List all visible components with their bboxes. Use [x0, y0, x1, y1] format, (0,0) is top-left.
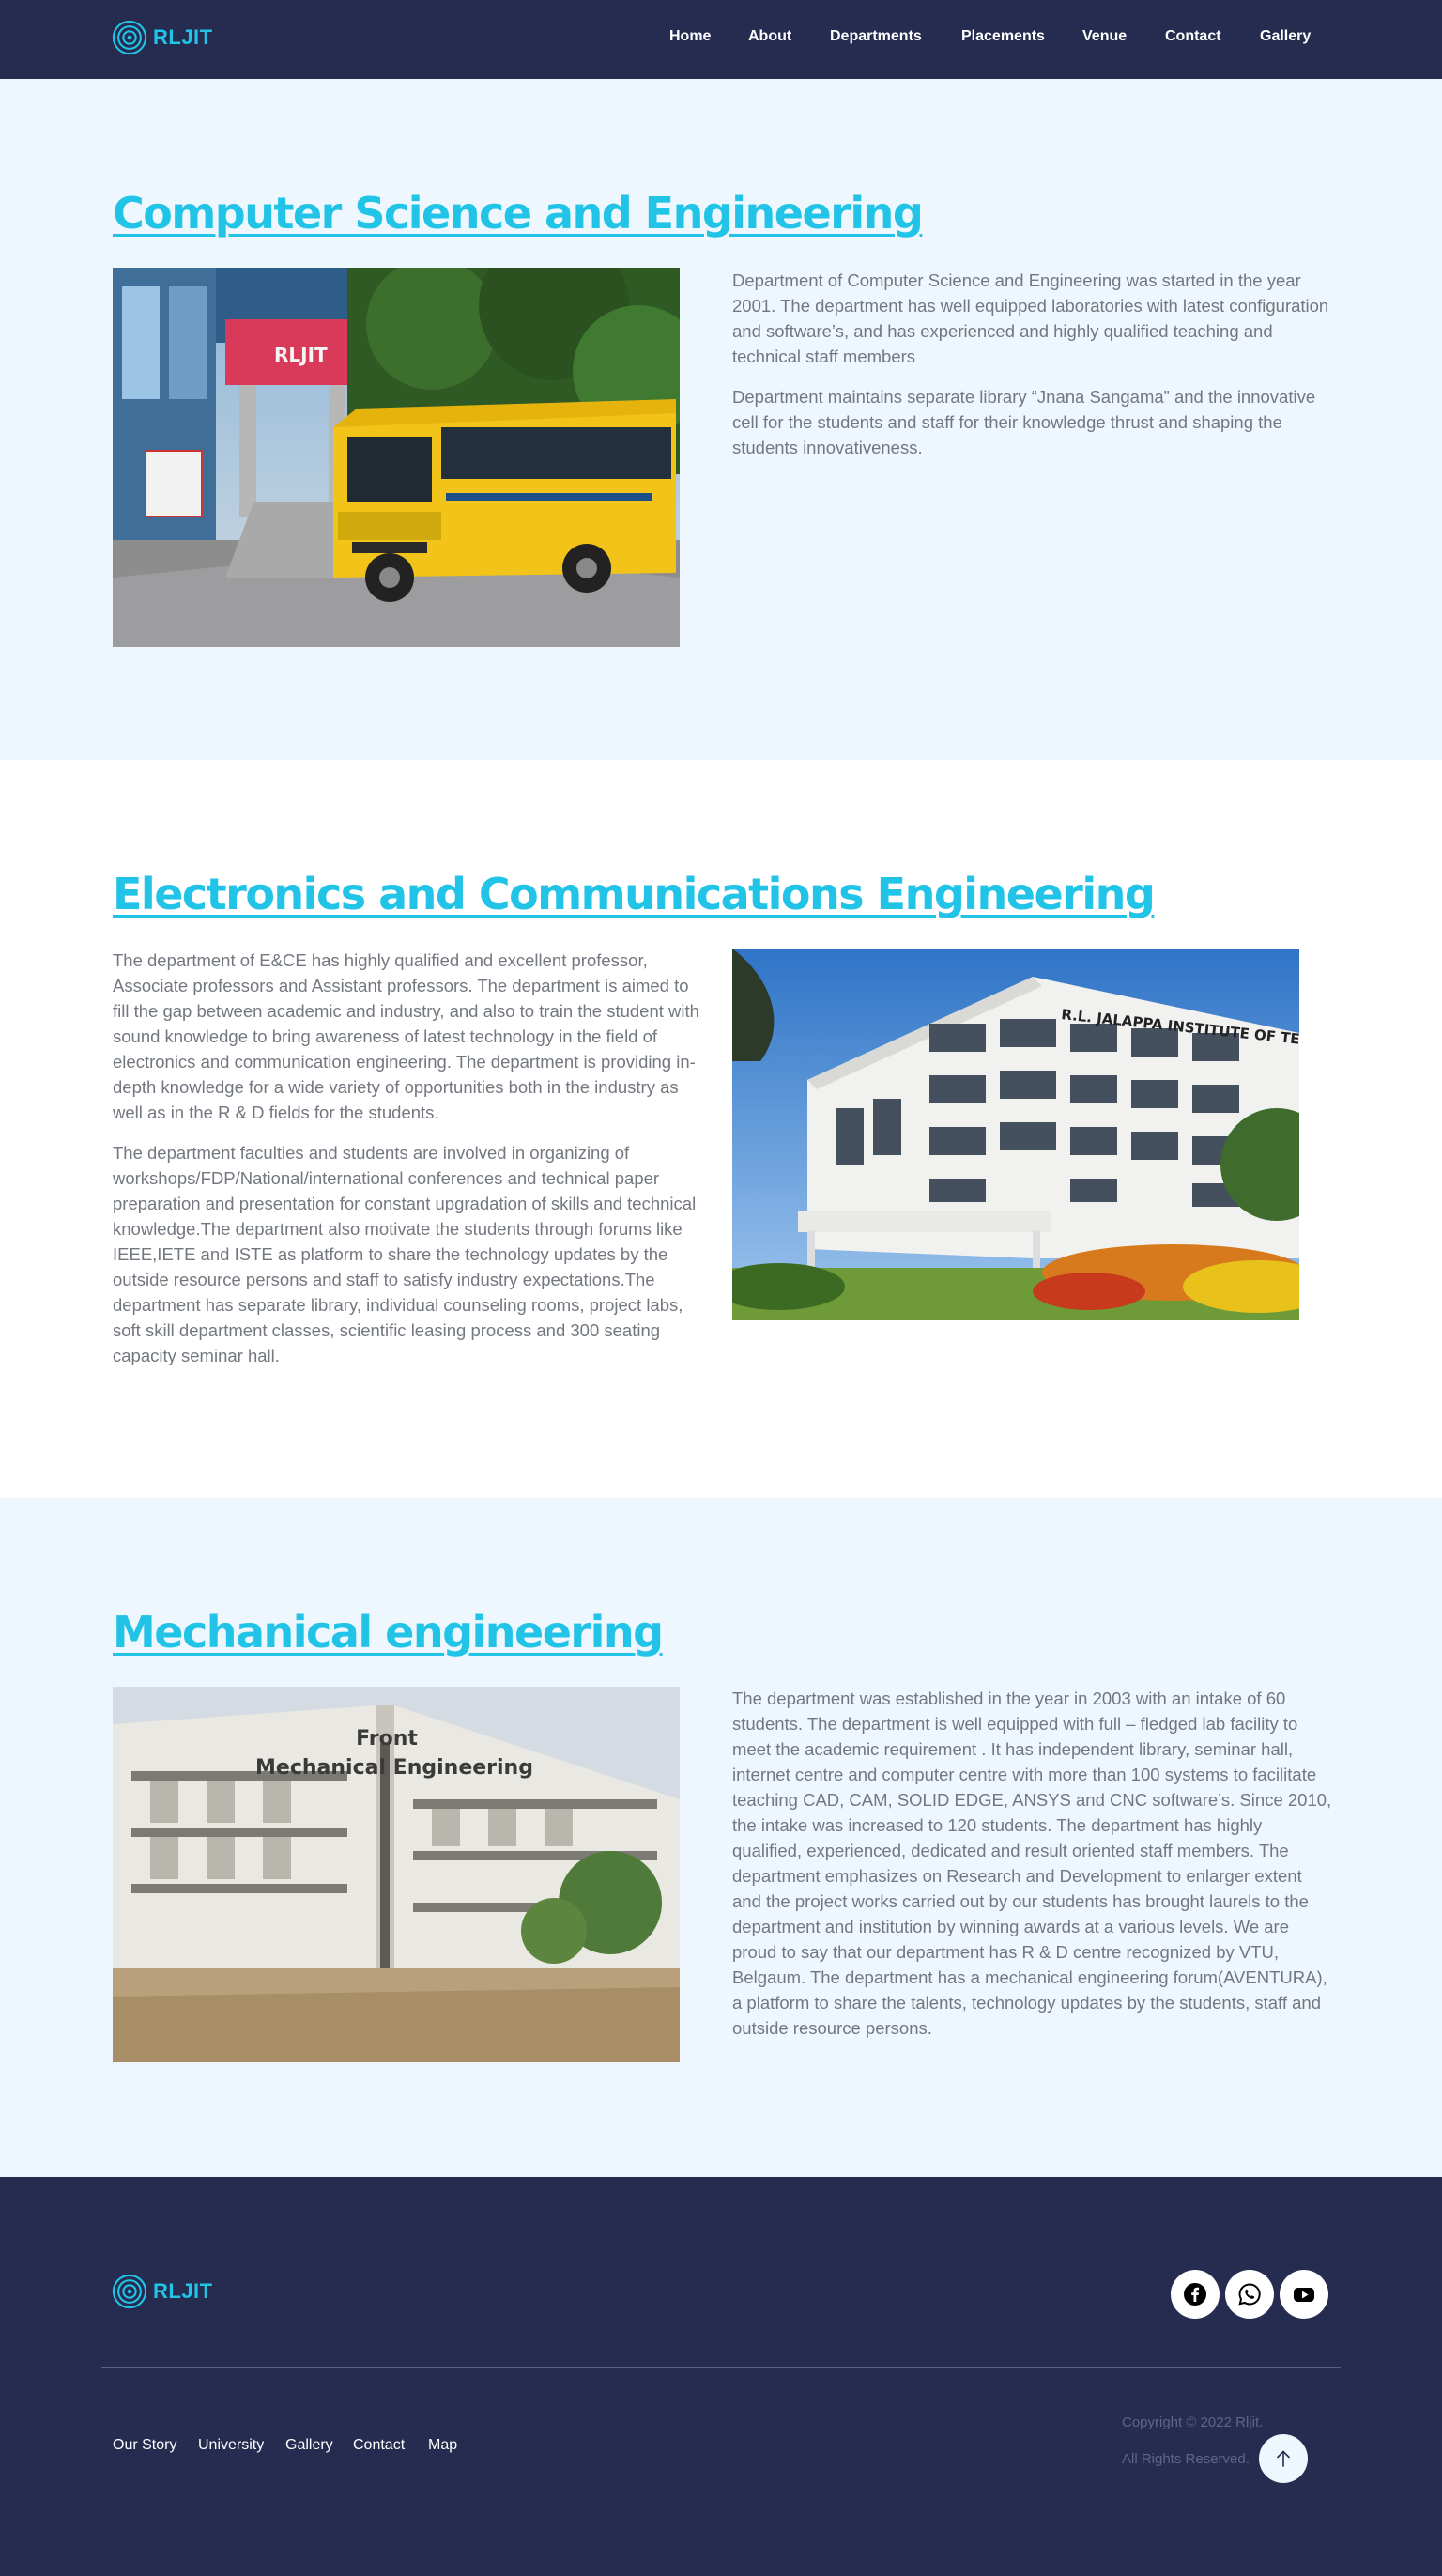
rights-text: All Rights Reserved.	[1122, 2451, 1250, 2467]
brand-logo-icon	[112, 20, 147, 55]
arrow-up-icon	[1277, 2450, 1290, 2467]
whatsapp-icon[interactable]	[1225, 2270, 1274, 2319]
nav-about[interactable]: About	[748, 28, 791, 45]
footer-link-university[interactable]: University	[198, 2437, 264, 2454]
mech-image-caption-2: Mechanical Engineering	[255, 1756, 533, 1780]
ece-title[interactable]: Electronics and Communications Engineeri…	[113, 869, 1156, 919]
mech-image: Front Mechanical Engineering	[113, 1687, 680, 2062]
brand-logo[interactable]: RLJIT	[112, 20, 213, 55]
mech-title[interactable]: Mechanical engineering	[113, 1607, 664, 1658]
footer-link-map[interactable]: Map	[428, 2437, 457, 2454]
brand-name: RLJIT	[153, 25, 213, 49]
cse-paragraph-2: Department maintains separate library “J…	[732, 387, 1316, 457]
mech-image-caption-1: Front	[356, 1727, 418, 1751]
nav-gallery[interactable]: Gallery	[1260, 28, 1311, 45]
facebook-icon[interactable]	[1171, 2270, 1220, 2319]
ece-image: R.L. JALAPPA INSTITUTE OF TECH	[732, 949, 1299, 1320]
nav-placements[interactable]: Placements	[961, 28, 1045, 45]
footer-logo[interactable]: RLJIT	[112, 2274, 213, 2309]
footer-link-our-story[interactable]: Our Story	[113, 2437, 176, 2454]
copyright-text: Copyright © 2022 Rljit.	[1122, 2414, 1264, 2430]
footer-divider	[101, 2367, 1341, 2368]
youtube-icon[interactable]	[1280, 2270, 1328, 2319]
footer-logo-icon	[112, 2274, 147, 2309]
mech-paragraph-1: The department was established in the ye…	[732, 1689, 1332, 2038]
cse-title[interactable]: Computer Science and Engineering	[113, 188, 924, 239]
footer-link-gallery[interactable]: Gallery	[285, 2437, 333, 2454]
cse-image-sign: RLJIT	[274, 344, 328, 366]
nav-home[interactable]: Home	[669, 28, 711, 45]
nav-departments[interactable]: Departments	[830, 28, 922, 45]
ece-paragraph-1: The department of E&CE has highly qualif…	[113, 950, 699, 1122]
footer	[0, 2177, 1442, 2576]
top-navbar: RLJIT Home About Departments Placements …	[0, 0, 1442, 79]
back-to-top-button[interactable]	[1259, 2434, 1308, 2483]
cse-paragraph-1: Department of Computer Science and Engin…	[732, 270, 1329, 366]
footer-brand-name: RLJIT	[153, 2279, 213, 2303]
cse-image: RLJIT	[113, 268, 680, 647]
footer-link-contact[interactable]: Contact	[353, 2437, 405, 2454]
nav-contact[interactable]: Contact	[1165, 28, 1221, 45]
nav-venue[interactable]: Venue	[1082, 28, 1127, 45]
ece-paragraph-2: The department faculties and students ar…	[113, 1143, 697, 1365]
